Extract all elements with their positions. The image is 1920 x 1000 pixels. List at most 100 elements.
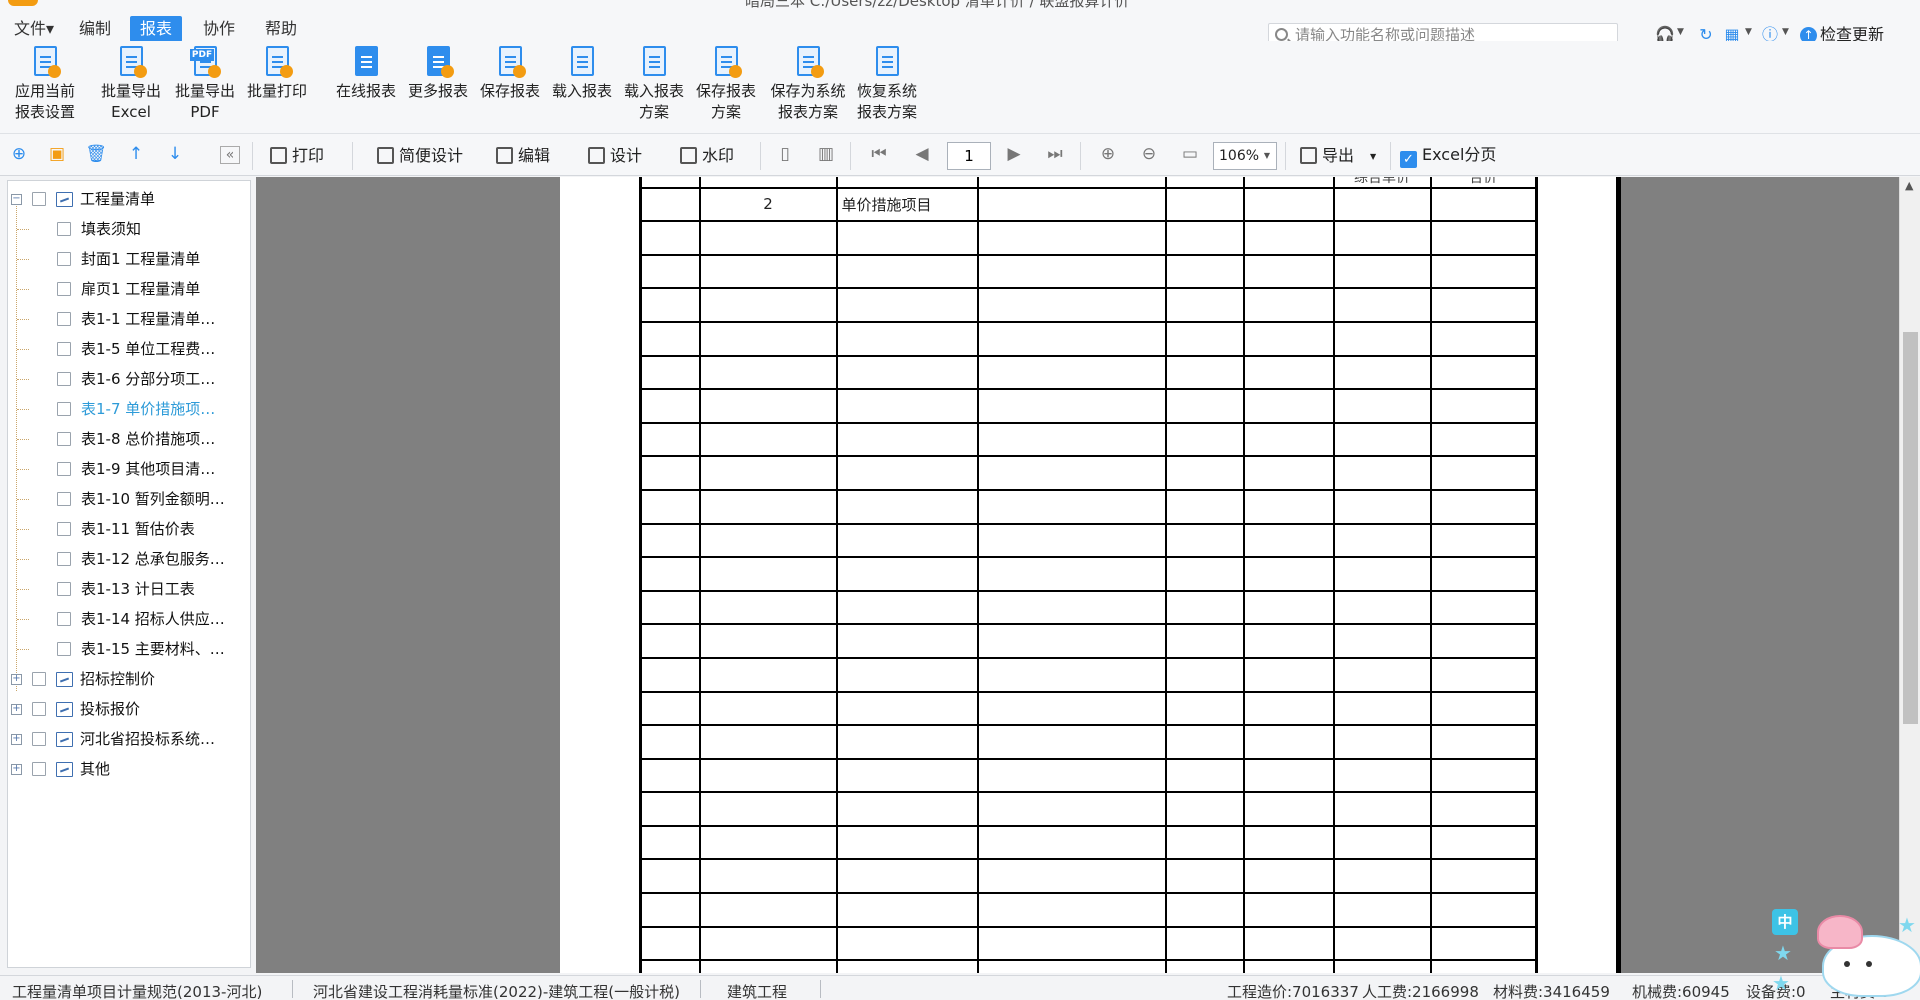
expand-icon[interactable]: + [11, 734, 22, 745]
tree-item[interactable]: 表1-1 工程量清单… [8, 307, 248, 331]
export-button[interactable]: 导出 ▼ [1300, 145, 1376, 167]
chevron-down-icon[interactable]: ▼ [1677, 27, 1684, 37]
menu-collaborate[interactable]: 协作 [193, 16, 245, 42]
tree-checkbox[interactable] [57, 252, 71, 266]
prev-page-icon[interactable]: ◀ [911, 144, 933, 164]
tree-checkbox[interactable] [32, 762, 46, 776]
delete-icon[interactable]: 🗑 [85, 144, 107, 164]
ribbon-label: 载入报表 [623, 82, 684, 100]
restore-system-scheme-button[interactable]: 恢复系统 报表方案 [854, 46, 920, 123]
excel-paging-checkbox[interactable]: ✓ Excel分页 [1400, 144, 1496, 168]
zoom-in-icon[interactable]: ⊕ [1097, 144, 1119, 164]
tree-item[interactable]: 表1-10 暂列金额明… [8, 487, 248, 511]
vertical-scrollbar[interactable]: ▲ [1899, 177, 1920, 973]
menu-compile[interactable]: 编制 [69, 16, 121, 42]
double-page-icon[interactable]: ▥ [815, 144, 837, 164]
add-report-icon[interactable]: ⊕ [8, 144, 30, 164]
table-row [639, 320, 1538, 357]
save-report-scheme-button[interactable]: 保存报表 方案 [693, 46, 759, 123]
tree-item[interactable]: + 投标报价 [8, 697, 248, 721]
online-report-button[interactable]: 在线报表 [333, 46, 399, 102]
single-page-icon[interactable]: ▯ [774, 144, 796, 164]
edit-button[interactable]: 编辑 [496, 145, 550, 167]
tree-checkbox[interactable] [57, 342, 71, 356]
scroll-thumb[interactable] [1903, 332, 1918, 724]
save-system-scheme-button[interactable]: 保存为系统 报表方案 [766, 46, 850, 123]
tree-item[interactable]: + 河北省招投标系统… [8, 727, 248, 751]
assistant-mascot[interactable]: 中 ★ ★ ★ [1762, 905, 1920, 1000]
menu-help[interactable]: 帮助 [255, 16, 307, 42]
tree-checkbox[interactable] [57, 462, 71, 476]
tree-item[interactable]: + 招标控制价 [8, 667, 248, 691]
tree-checkbox[interactable] [57, 432, 71, 446]
tree-checkbox[interactable] [57, 282, 71, 296]
report-toolbar: ⊕ ▣ 🗑 ↑ ↓ « 打印 简便设计 编辑 设计 水印 ▯ ▥ ⏮ ◀ ▶ ⏭… [0, 134, 1920, 176]
expand-icon[interactable]: + [11, 704, 22, 715]
load-report-button[interactable]: 载入报表 [549, 46, 615, 102]
chevron-down-icon[interactable]: ▼ [1782, 27, 1789, 37]
load-report-scheme-button[interactable]: 载入报表 方案 [621, 46, 687, 123]
batch-print-button[interactable]: 批量打印 [244, 46, 310, 102]
table-cell [976, 253, 1167, 290]
tree-item[interactable]: 表1-11 暂估价表 [8, 517, 248, 541]
tree-item[interactable]: + 其他 [8, 757, 248, 781]
watermark-button[interactable]: 水印 [680, 145, 734, 167]
first-page-icon[interactable]: ⏮ [868, 144, 890, 164]
table-cell [1332, 858, 1432, 895]
tree-checkbox[interactable] [32, 672, 46, 686]
tree-checkbox[interactable] [32, 732, 46, 746]
expand-icon[interactable]: + [11, 674, 22, 685]
batch-export-excel-button[interactable]: 批量导出 Excel [98, 46, 164, 123]
scroll-up-icon[interactable]: ▲ [1905, 179, 1913, 192]
tree-item[interactable]: 表1-8 总价措施项… [8, 427, 248, 451]
tree-checkbox[interactable] [57, 642, 71, 656]
design-button[interactable]: 设计 [588, 145, 642, 167]
tree-checkbox[interactable] [32, 192, 46, 206]
tree-item[interactable]: 表1-6 分部分项工… [8, 367, 248, 391]
tree-checkbox[interactable] [57, 222, 71, 236]
add-folder-icon[interactable]: ▣ [46, 144, 68, 164]
input-method-badge[interactable]: 中 [1772, 909, 1798, 935]
last-page-icon[interactable]: ⏭ [1044, 144, 1066, 164]
move-up-icon[interactable]: ↑ [125, 144, 147, 164]
tree-item[interactable]: 表1-9 其他项目清… [8, 457, 248, 481]
more-reports-button[interactable]: 更多报表 [405, 46, 471, 102]
tree-item[interactable]: − 工程量清单 [8, 187, 248, 211]
fit-width-icon[interactable]: ▭ [1179, 144, 1201, 164]
tree-checkbox[interactable] [57, 582, 71, 596]
menu-report[interactable]: 报表 [130, 16, 183, 42]
tree-item[interactable]: 表1-5 单位工程费… [8, 337, 248, 361]
expand-icon[interactable]: + [11, 764, 22, 775]
tree-item[interactable]: 表1-7 单价措施项… [8, 397, 248, 421]
tree-item[interactable]: 扉页1 工程量清单 [8, 277, 248, 301]
tree-checkbox[interactable] [57, 492, 71, 506]
menu-file[interactable]: 文件▾ [4, 16, 64, 42]
table-row [639, 388, 1538, 424]
tree-checkbox[interactable] [57, 372, 71, 386]
collapse-panel-icon[interactable]: « [220, 146, 240, 164]
tree-checkbox[interactable] [57, 612, 71, 626]
zoom-out-icon[interactable]: ⊖ [1138, 144, 1160, 164]
tree-checkbox[interactable] [57, 552, 71, 566]
tree-item[interactable]: 表1-13 计日工表 [8, 577, 248, 601]
tree-item[interactable]: 封面1 工程量清单 [8, 247, 248, 271]
tree-item[interactable]: 表1-15 主要材料、… [8, 637, 248, 661]
tree-checkbox[interactable] [57, 522, 71, 536]
tree-checkbox[interactable] [57, 312, 71, 326]
apply-report-settings-button[interactable]: 应用当前 报表设置 [12, 46, 78, 123]
batch-export-pdf-button[interactable]: PDF 批量导出 PDF [172, 46, 238, 123]
save-report-button[interactable]: 保存报表 [477, 46, 543, 102]
tree-checkbox[interactable] [32, 702, 46, 716]
tree-item[interactable]: 表1-14 招标人供应… [8, 607, 248, 631]
zoom-select[interactable]: 106% ▼ [1213, 142, 1277, 170]
page-number-input[interactable] [947, 142, 991, 170]
collapse-icon[interactable]: − [11, 194, 22, 205]
chevron-down-icon[interactable]: ▼ [1745, 27, 1752, 37]
move-down-icon[interactable]: ↓ [164, 144, 186, 164]
next-page-icon[interactable]: ▶ [1003, 144, 1025, 164]
print-button[interactable]: 打印 [270, 145, 324, 167]
tree-item[interactable]: 表1-12 总承包服务… [8, 547, 248, 571]
simple-design-button[interactable]: 简便设计 [377, 145, 463, 167]
tree-item[interactable]: 填表须知 [8, 217, 248, 241]
tree-checkbox[interactable] [57, 402, 71, 416]
